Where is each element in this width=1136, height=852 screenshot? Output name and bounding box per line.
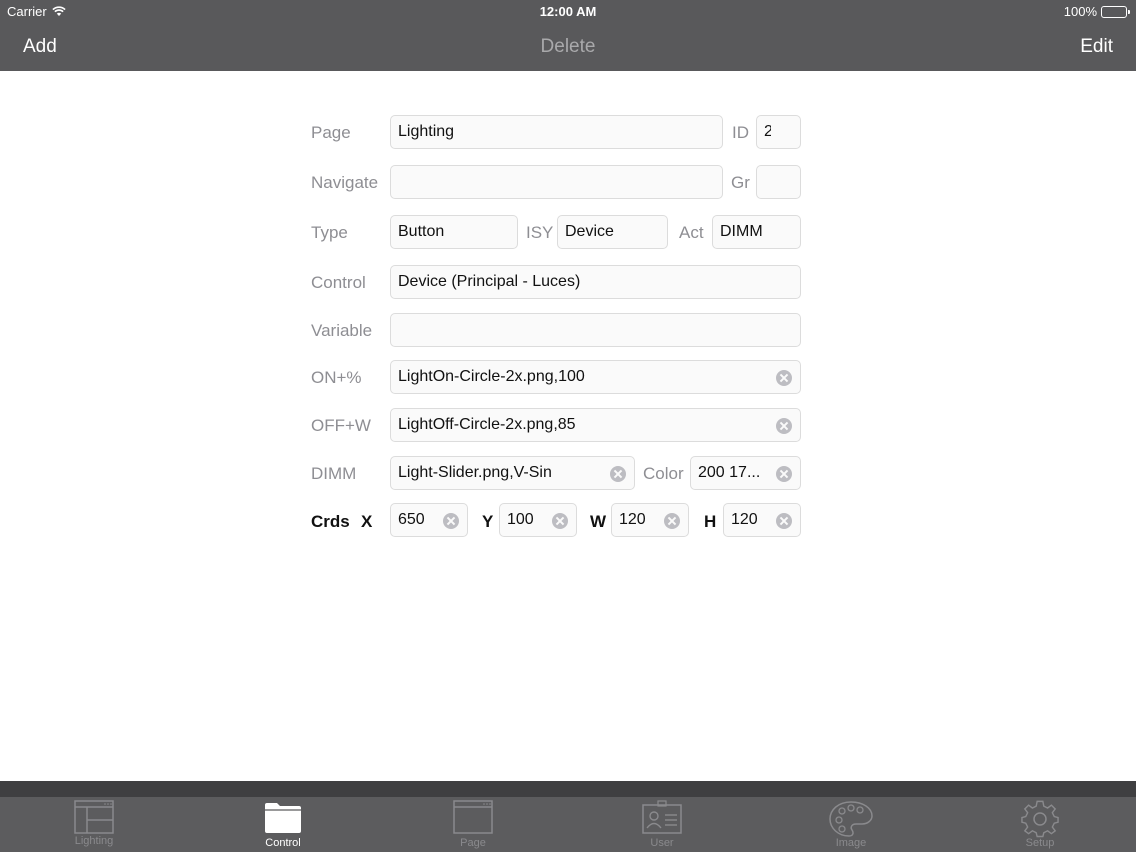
variable-label: Variable (311, 321, 373, 340)
on-image-field[interactable]: LightOn-Circle-2x.png,100 (390, 360, 801, 394)
tab-label: User (650, 837, 674, 849)
clear-icon[interactable] (776, 418, 792, 434)
id-label: ID (732, 123, 749, 142)
clear-icon[interactable] (552, 513, 568, 529)
user-card-icon (642, 800, 682, 834)
color-label: Color (643, 464, 684, 483)
h-label: H (704, 512, 717, 531)
page-field[interactable]: Lighting (390, 115, 723, 149)
navigation-bar: Carrier 12:00 AM 100% Add Delete Edit (0, 0, 1136, 71)
color-field[interactable]: 200 17... (690, 456, 801, 490)
tab-setup[interactable]: Setup (970, 797, 1110, 852)
gr-field[interactable] (756, 165, 801, 199)
gear-icon (1021, 800, 1059, 838)
crds-label: Crds (311, 512, 350, 531)
clear-icon[interactable] (776, 513, 792, 529)
type-label: Type (311, 223, 348, 242)
control-label: Control (311, 273, 366, 292)
delete-button[interactable]: Delete (541, 36, 596, 57)
tab-page[interactable]: Page (403, 797, 543, 852)
tab-image[interactable]: Image (781, 797, 921, 852)
status-time: 12:00 AM (539, 4, 597, 19)
navigate-field[interactable] (390, 165, 723, 199)
window-icon (453, 800, 493, 834)
tab-label: Page (460, 837, 486, 849)
clear-icon[interactable] (776, 370, 792, 386)
folder-icon (265, 803, 301, 833)
off-image-field[interactable]: LightOff-Circle-2x.png,85 (390, 408, 801, 442)
x-label: X (361, 512, 373, 531)
tab-label: Image (835, 837, 867, 849)
on-label: ON+% (311, 368, 362, 387)
navigate-label: Navigate (311, 173, 379, 192)
tab-control[interactable]: Control (213, 797, 353, 852)
off-label: OFF+W (311, 416, 371, 435)
h-field[interactable]: 120 (723, 503, 801, 537)
y-label: Y (482, 512, 494, 531)
battery-percent: 100% (1063, 4, 1097, 19)
status-battery: 100% (1063, 4, 1130, 19)
isy-field[interactable]: Device (557, 215, 668, 249)
palette-icon (829, 801, 873, 837)
clear-icon[interactable] (443, 513, 459, 529)
w-label: W (590, 512, 607, 531)
control-field[interactable]: Device (Principal - Luces) (390, 265, 801, 299)
act-field[interactable]: DIMM (712, 215, 801, 249)
add-button[interactable]: Add (23, 36, 57, 58)
battery-icon (1101, 5, 1130, 18)
variable-field[interactable] (390, 313, 801, 347)
type-field[interactable]: Button (390, 215, 518, 249)
clear-icon[interactable] (664, 513, 680, 529)
dimm-field[interactable]: Light-Slider.png,V-Sin (390, 456, 635, 490)
clear-icon[interactable] (776, 466, 792, 482)
tab-label: Setup (1025, 837, 1055, 849)
page-label: Page (311, 123, 351, 142)
y-field[interactable]: 100 (499, 503, 577, 537)
w-field[interactable]: 120 (611, 503, 689, 537)
clear-icon[interactable] (610, 466, 626, 482)
tab-bar: Lighting Control Page User Image Setup (0, 781, 1136, 852)
tab-label: Lighting (74, 835, 114, 847)
act-label: Act (679, 223, 704, 242)
tab-user[interactable]: User (592, 797, 732, 852)
gr-label: Gr (731, 173, 750, 192)
edit-button[interactable]: Edit (1080, 36, 1113, 58)
dimm-label: DIMM (311, 464, 357, 483)
isy-label: ISY (526, 223, 554, 242)
x-field[interactable]: 650 (390, 503, 468, 537)
layout-icon (74, 800, 114, 834)
id-field[interactable]: 284 (756, 115, 801, 149)
tab-lighting[interactable]: Lighting (24, 797, 164, 852)
tab-label: Control (265, 837, 301, 849)
